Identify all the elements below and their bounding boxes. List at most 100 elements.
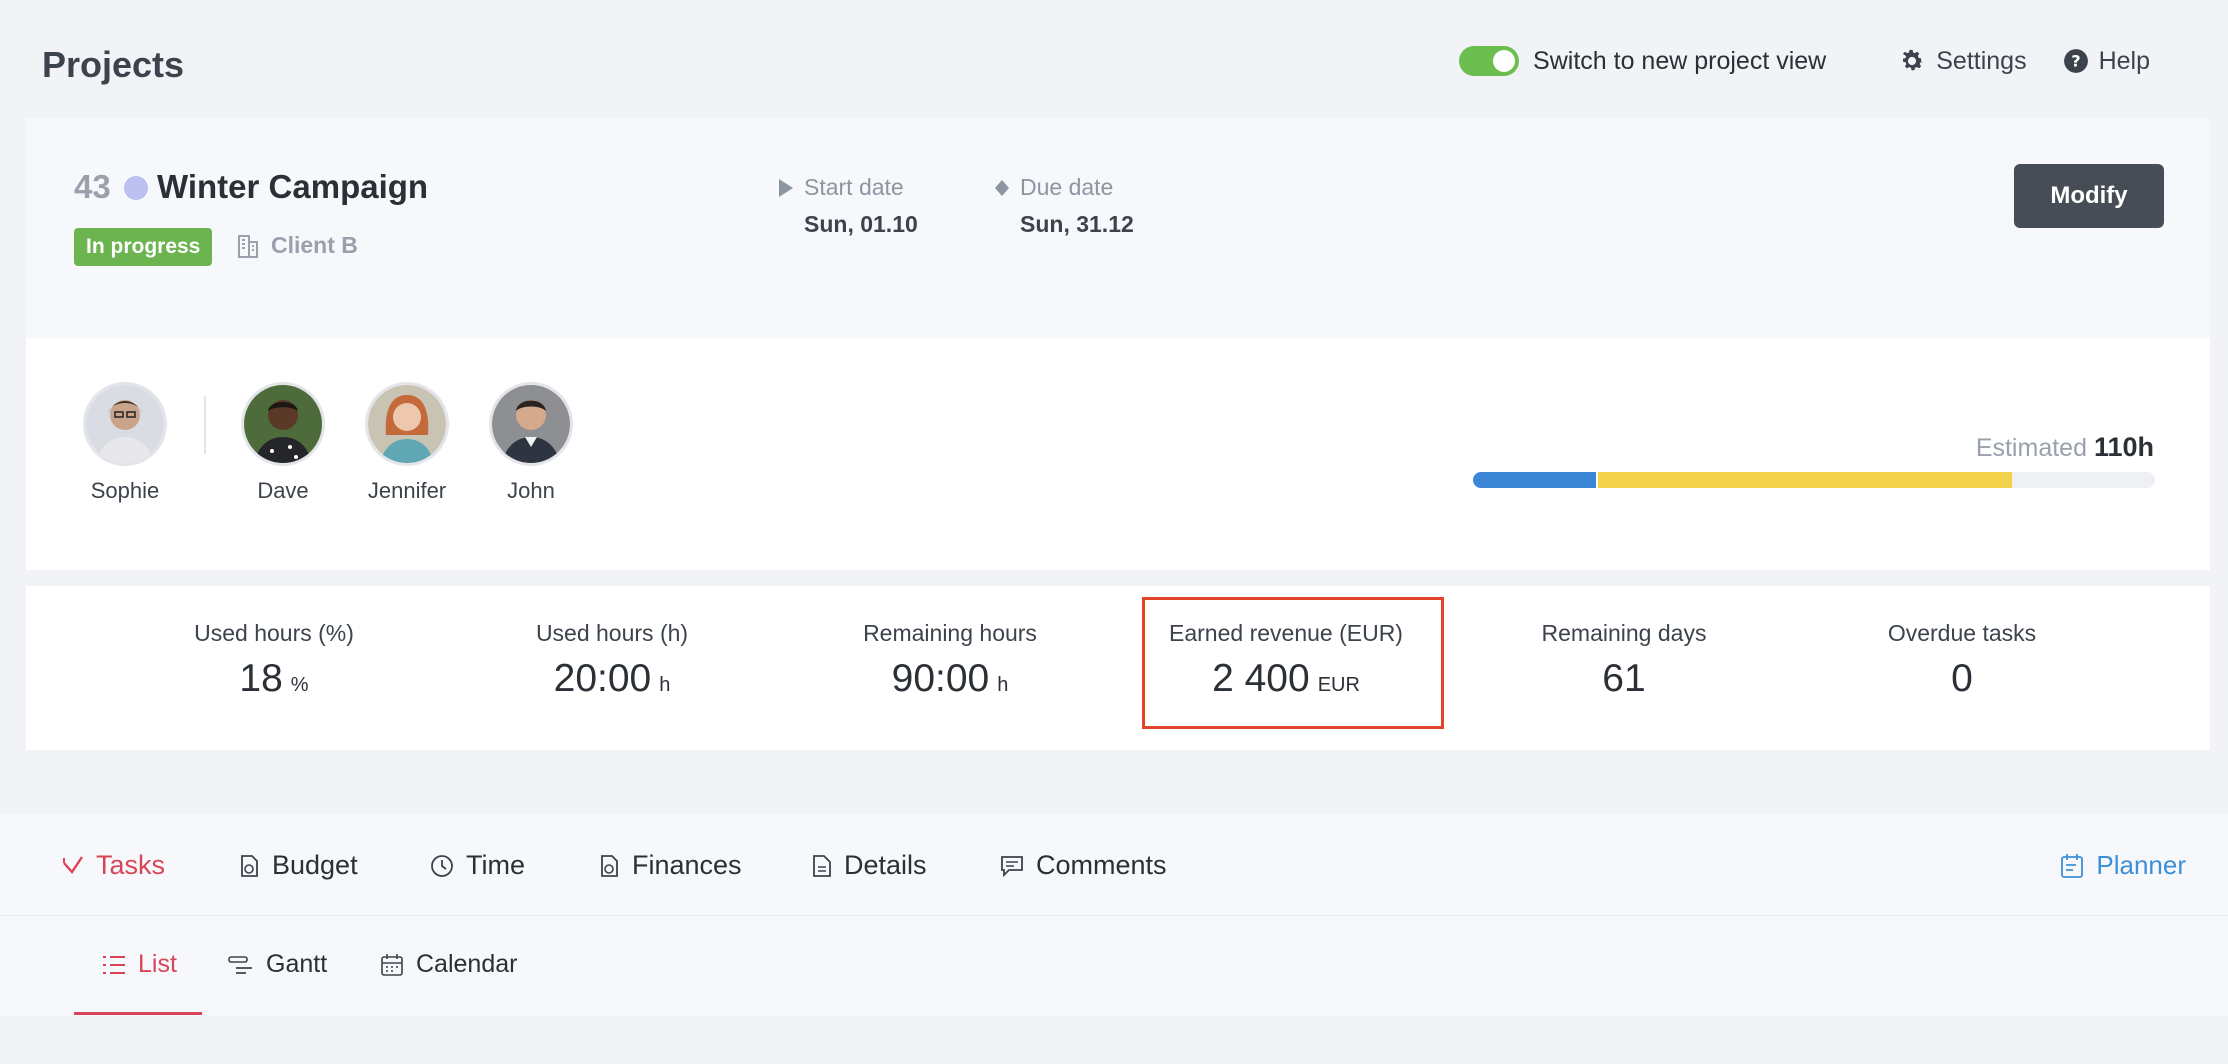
subtab-gantt[interactable]: Gantt: [228, 950, 327, 979]
highlight-box: [1142, 597, 1444, 729]
stat-label: Remaining hours: [863, 620, 1037, 646]
team-divider: [204, 396, 206, 454]
stats-card: Used hours (%) 18% Used hours (h) 20:00 h…: [26, 586, 2210, 750]
stat-used-hours-percent: Used hours (%) 18%: [124, 620, 424, 701]
member-name: Dave: [257, 478, 309, 503]
planner-label: Planner: [2096, 850, 2186, 880]
client-link[interactable]: Client B: [237, 232, 358, 259]
stat-number: 0: [1951, 657, 1973, 700]
document-icon: [813, 854, 831, 877]
toggle-label: Switch to new project view: [1533, 46, 1827, 75]
svg-text:?: ?: [2071, 51, 2080, 70]
subtab-label: Gantt: [266, 950, 328, 978]
estimate: Estimated 110h: [1976, 432, 2154, 463]
finances-icon: [601, 854, 618, 877]
project-summary: 43 Winter Campaign In progress Client B …: [26, 118, 2210, 338]
tab-label: Tasks: [96, 850, 166, 880]
settings-label: Settings: [1936, 46, 2027, 75]
stat-value: 0: [1812, 657, 2112, 701]
estimate-label: Estimated: [1975, 434, 2087, 462]
active-subtab-indicator: [74, 1012, 202, 1015]
tab-comments[interactable]: Comments: [1000, 850, 1167, 881]
check-icon: [63, 855, 83, 874]
tab-label: Details: [844, 850, 927, 880]
stat-number: 20:00: [553, 657, 652, 700]
settings-button[interactable]: Settings: [1898, 46, 2027, 76]
progress-segment-1: [1473, 472, 1596, 488]
tab-details[interactable]: Details: [812, 850, 927, 881]
team-member[interactable]: Sophie: [70, 382, 180, 504]
due-date-value: Sun, 31.12: [1020, 211, 1134, 237]
stat-label: Used hours (h): [535, 620, 689, 646]
member-name: John: [507, 478, 555, 503]
toggle-switch[interactable]: [1459, 46, 1520, 76]
view-tabs: List Gantt Calendar: [0, 916, 2228, 1016]
team-card: Sophie Dave Jennifer John Estimated 110h: [26, 338, 2210, 570]
avatar: [241, 382, 325, 466]
team-member[interactable]: Dave: [228, 382, 338, 504]
avatar: [83, 382, 167, 466]
start-date: Start date Sun, 01.10: [778, 174, 918, 238]
status-badge: In progress: [74, 228, 213, 266]
subtab-label: Calendar: [416, 950, 518, 978]
stat-number: 90:00: [891, 657, 990, 700]
stat-label: Overdue tasks: [1887, 620, 2037, 646]
tab-label: Comments: [1036, 850, 1167, 880]
due-date-label: Due date: [1020, 174, 1114, 200]
team-member[interactable]: Jennifer: [352, 382, 462, 504]
start-date-value: Sun, 01.10: [804, 211, 918, 237]
tab-budget[interactable]: Budget: [238, 850, 358, 881]
help-icon: ?: [2063, 49, 2088, 73]
gear-icon: [1903, 49, 1924, 71]
estimate-value: 110h: [2093, 432, 2154, 462]
modify-button[interactable]: Modify: [2014, 164, 2164, 228]
clock-icon: [431, 854, 453, 877]
due-date: Due date Sun, 31.12: [994, 174, 1134, 238]
toggle-knob: [1493, 50, 1516, 72]
stat-value: 20:00 h: [462, 657, 762, 701]
play-icon: [779, 178, 793, 197]
tab-time[interactable]: Time: [430, 850, 525, 881]
comment-icon: [1001, 855, 1023, 877]
avatar: [489, 382, 573, 466]
stat-unit: %: [290, 674, 309, 696]
subtab-calendar[interactable]: Calendar: [380, 950, 517, 979]
project-name: Winter Campaign: [157, 168, 429, 205]
gantt-icon: [228, 955, 252, 974]
new-view-toggle[interactable]: Switch to new project view: [1459, 46, 1826, 76]
progress-segment-2: [1596, 472, 2012, 488]
progress-bar: [1473, 472, 2155, 488]
stat-value: 61: [1474, 657, 1774, 701]
stat-remaining-days: Remaining days 61: [1474, 620, 1774, 701]
building-icon: [238, 234, 258, 258]
project-number: 43: [74, 168, 111, 205]
member-name: Jennifer: [367, 478, 447, 503]
stat-label: Remaining days: [1541, 620, 1707, 646]
top-bar: Projects Switch to new project view Sett…: [0, 0, 2228, 118]
tab-finances[interactable]: Finances: [598, 850, 742, 881]
budget-icon: [241, 854, 258, 877]
help-label: Help: [2098, 46, 2150, 75]
start-date-label: Start date: [804, 174, 904, 200]
stat-unit: h: [997, 674, 1009, 696]
project-color-dot: [124, 176, 148, 200]
diamond-icon: [995, 179, 1009, 196]
calendar-icon: [381, 953, 403, 976]
page-title: Projects: [42, 44, 185, 85]
stat-overdue-tasks: Overdue tasks 0: [1812, 620, 2112, 701]
team-member[interactable]: John: [476, 382, 586, 504]
top-actions: Switch to new project view Settings ? He…: [1459, 46, 2150, 76]
planner-link[interactable]: Planner: [2060, 850, 2186, 881]
stat-label: Used hours (%): [194, 620, 354, 646]
stat-number: 61: [1602, 657, 1646, 700]
member-name: Sophie: [90, 478, 160, 503]
tab-tasks[interactable]: Tasks: [62, 850, 165, 881]
help-button[interactable]: ? Help: [2063, 47, 2150, 76]
main-tabs: Tasks Budget Time Finances Details Comme…: [0, 814, 2228, 916]
subtab-list[interactable]: List: [102, 950, 177, 979]
stat-value: 18%: [124, 657, 424, 701]
planner-icon: [2061, 853, 2084, 878]
stat-used-hours: Used hours (h) 20:00 h: [462, 620, 762, 701]
stat-remaining-hours: Remaining hours 90:00 h: [800, 620, 1100, 701]
avatar: [365, 382, 449, 466]
